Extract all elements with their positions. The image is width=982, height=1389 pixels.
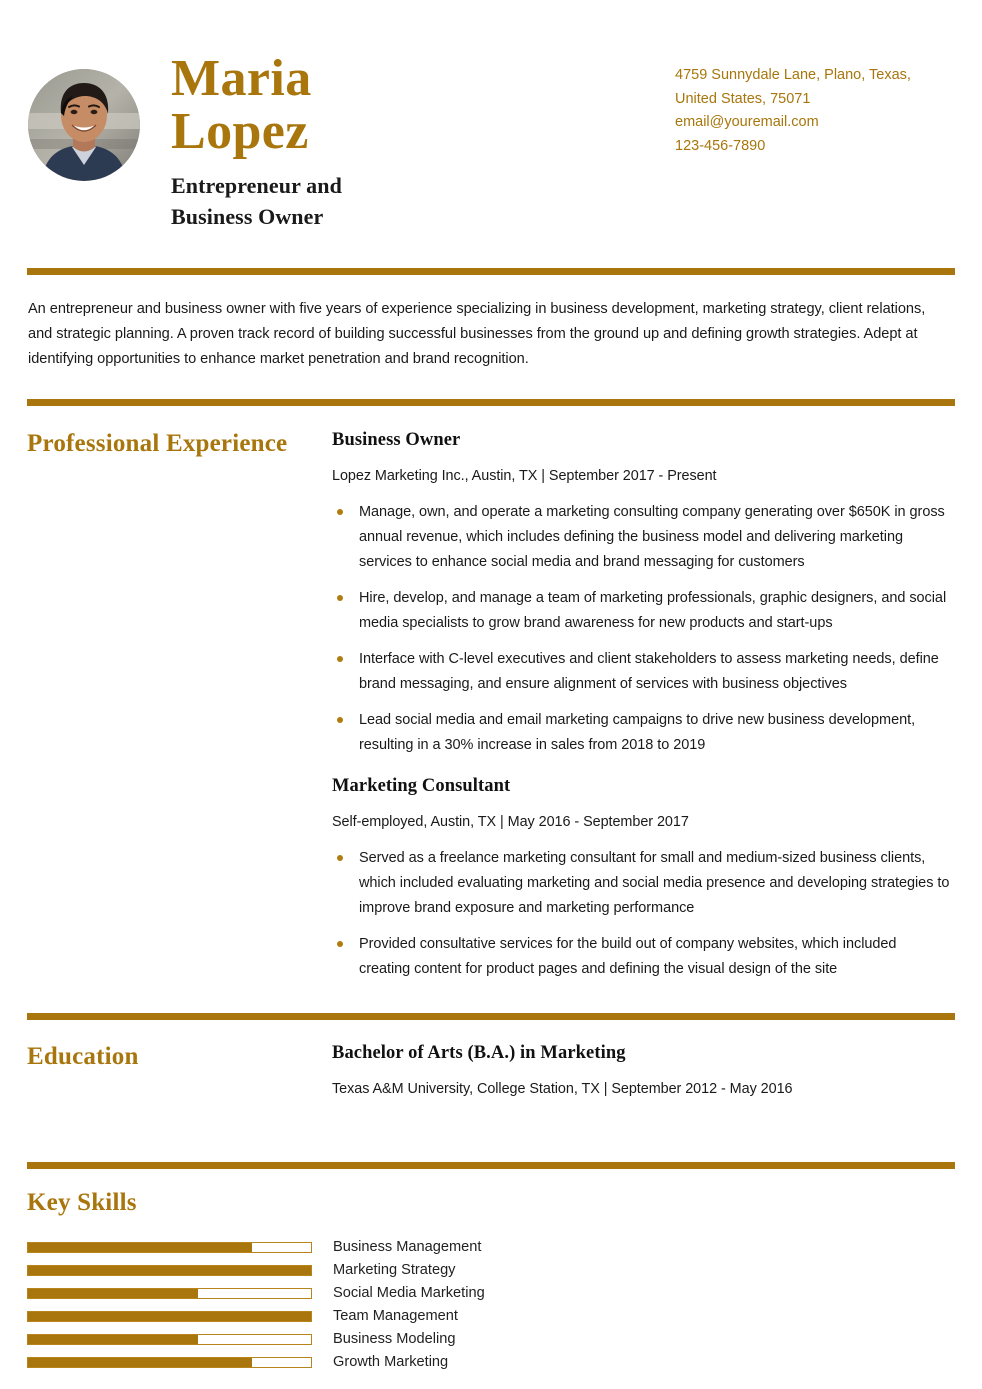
skill-row: Marketing Strategy	[27, 1259, 955, 1282]
divider-summary-top	[27, 268, 955, 275]
experience-bullet: Interface with C-level executives and cl…	[332, 647, 951, 697]
experience-bullet: Manage, own, and operate a marketing con…	[332, 500, 951, 575]
resume-page: Maria Lopez Entrepreneur and Business Ow…	[0, 0, 982, 1389]
resume-header: Maria Lopez Entrepreneur and Business Ow…	[27, 0, 955, 232]
experience-job-title: Marketing Consultant	[332, 776, 511, 796]
skill-level-fill	[28, 1243, 252, 1252]
skill-level-fill	[28, 1289, 198, 1298]
skill-label: Business Management	[333, 1239, 482, 1255]
skill-label: Social Media Marketing	[333, 1285, 485, 1301]
experience-bullet: Provided consultative services for the b…	[332, 932, 951, 982]
experience-entries: Business Owner Lopez Marketing Inc., Aus…	[332, 428, 955, 993]
experience-bullet: Lead social media and email marketing ca…	[332, 708, 951, 758]
profile-photo	[28, 69, 140, 181]
skill-row: Business Management	[27, 1236, 955, 1259]
section-key-skills: Key Skills Business Management Marketing…	[27, 1189, 955, 1374]
skill-level-fill	[28, 1266, 311, 1275]
job-title-line-1: Entrepreneur and	[171, 173, 342, 198]
experience-bullet: Served as a freelance marketing consulta…	[332, 846, 951, 921]
experience-company-meta: Self-employed, Austin, TX | May 2016 - S…	[332, 814, 689, 830]
experience-company-meta: Lopez Marketing Inc., Austin, TX | Septe…	[332, 468, 717, 484]
job-title-line-2: Business Owner	[171, 204, 324, 229]
avatar	[28, 69, 140, 181]
skill-label: Team Management	[333, 1308, 458, 1324]
section-title-experience: Professional Experience	[27, 430, 288, 457]
experience-job-title: Business Owner	[332, 430, 461, 450]
skill-level-fill	[28, 1358, 252, 1367]
skill-label: Marketing Strategy	[333, 1262, 456, 1278]
section-professional-experience: Professional Experience Business Owner L…	[27, 428, 955, 993]
experience-bullet: Hire, develop, and manage a team of mark…	[332, 586, 951, 636]
skill-label: Growth Marketing	[333, 1354, 449, 1370]
education-entry: Bachelor of Arts (B.A.) in Marketing Tex…	[332, 1041, 951, 1100]
skill-level-bar	[27, 1357, 312, 1368]
experience-bullet-list: Manage, own, and operate a marketing con…	[332, 500, 951, 758]
education-entries: Bachelor of Arts (B.A.) in Marketing Tex…	[332, 1041, 955, 1100]
section-education: Education Bachelor of Arts (B.A.) in Mar…	[27, 1041, 955, 1100]
education-school-meta: Texas A&M University, College Station, T…	[332, 1081, 793, 1097]
divider-skills-top	[27, 1162, 955, 1169]
contact-block: 4759 Sunnydale Lane, Plano, Texas, Unite…	[675, 64, 911, 158]
education-degree: Bachelor of Arts (B.A.) in Marketing	[332, 1043, 626, 1063]
skill-level-fill	[28, 1312, 311, 1321]
contact-email[interactable]: email@youremail.com	[675, 111, 911, 135]
divider-education-top	[27, 1013, 955, 1020]
skill-level-bar	[27, 1334, 312, 1345]
skill-row: Team Management	[27, 1305, 955, 1328]
skill-level-fill	[28, 1335, 198, 1344]
skill-row: Social Media Marketing	[27, 1282, 955, 1305]
skill-level-bar	[27, 1242, 312, 1253]
divider-experience-top	[27, 399, 955, 406]
skill-level-bar	[27, 1265, 312, 1276]
profile-photo-illustration	[28, 69, 140, 181]
contact-address-line-2: United States, 75071	[675, 90, 811, 107]
section-title-education: Education	[27, 1043, 139, 1070]
contact-address-line-1: 4759 Sunnydale Lane, Plano, Texas,	[675, 67, 911, 83]
experience-entry: Business Owner Lopez Marketing Inc., Aus…	[332, 428, 951, 758]
section-title-skills: Key Skills	[27, 1189, 137, 1216]
skills-list: Business Management Marketing Strategy S…	[27, 1236, 955, 1374]
skill-level-bar	[27, 1288, 312, 1299]
professional-summary: An entrepreneur and business owner with …	[28, 301, 926, 367]
skill-label: Business Modeling	[333, 1331, 456, 1347]
experience-bullet-list: Served as a freelance marketing consulta…	[332, 846, 951, 982]
contact-phone[interactable]: 123-456-7890	[675, 135, 911, 159]
experience-entry: Marketing Consultant Self-employed, Aust…	[332, 774, 951, 982]
skill-level-bar	[27, 1311, 312, 1322]
skill-row: Growth Marketing	[27, 1351, 955, 1374]
skill-row: Business Modeling	[27, 1328, 955, 1351]
